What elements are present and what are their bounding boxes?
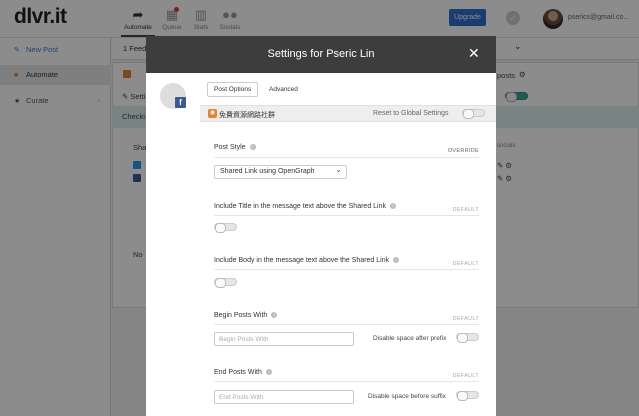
include-body-toggle[interactable] <box>214 278 237 288</box>
disable-space-after-prefix-toggle[interactable] <box>456 333 479 343</box>
post-style-label: Post Style i <box>214 144 256 151</box>
reset-global-label: Reset to Global Settings <box>373 110 449 117</box>
divider <box>214 324 479 325</box>
include-body-label-text: Include Body in the message text above t… <box>214 257 390 264</box>
divider <box>214 215 479 216</box>
close-icon[interactable]: ✕ <box>468 45 480 62</box>
override-tag: OVERRIDE <box>447 148 479 154</box>
tab-post-options[interactable]: Post Options <box>207 82 259 97</box>
divider <box>214 381 479 382</box>
divider <box>214 269 479 270</box>
post-style-select[interactable]: Shared Link using OpenGraph <box>214 164 347 179</box>
modal-header: Settings for Pseric Lin ✕ <box>146 36 496 73</box>
disable-space-after-prefix-label: Disable space after prefix <box>373 335 447 342</box>
tab-advanced[interactable]: Advanced <box>262 82 305 97</box>
begin-posts-input[interactable] <box>214 332 354 346</box>
post-style-label-text: Post Style <box>214 144 246 151</box>
default-tag: DEFAULT <box>452 207 479 213</box>
include-title-label: Include Title in the message text above … <box>214 203 396 210</box>
info-icon[interactable]: i <box>265 369 272 375</box>
info-icon[interactable]: i <box>393 257 400 263</box>
default-tag: DEFAULT <box>452 373 479 379</box>
include-body-label: Include Body in the message text above t… <box>214 257 400 264</box>
include-title-label-text: Include Title in the message text above … <box>214 203 386 210</box>
feed-name: 免費資源網路社群 <box>219 112 275 119</box>
reset-global-toggle[interactable] <box>462 109 485 119</box>
disable-space-before-suffix-label: Disable space before suffix <box>368 393 446 400</box>
begin-posts-label-text: Begin Posts With <box>214 312 268 319</box>
settings-modal: Settings for Pseric Lin ✕ f Post Options… <box>146 36 496 416</box>
default-tag: DEFAULT <box>452 261 479 267</box>
default-tag: DEFAULT <box>452 316 479 322</box>
disable-space-before-suffix-toggle[interactable] <box>456 391 479 401</box>
info-icon[interactable]: i <box>390 203 396 209</box>
divider <box>214 157 479 158</box>
rss-icon: ◉ <box>208 109 217 118</box>
include-title-toggle[interactable] <box>214 223 237 233</box>
info-icon[interactable]: i <box>249 144 256 150</box>
begin-posts-label: Begin Posts With i <box>214 312 278 319</box>
end-posts-label-text: End Posts With <box>214 369 262 376</box>
end-posts-input[interactable] <box>214 390 354 404</box>
modal-title: Settings for Pseric Lin <box>267 48 375 60</box>
end-posts-label: End Posts With i <box>214 369 272 376</box>
facebook-icon: f <box>175 97 186 108</box>
info-icon[interactable]: i <box>271 312 278 318</box>
